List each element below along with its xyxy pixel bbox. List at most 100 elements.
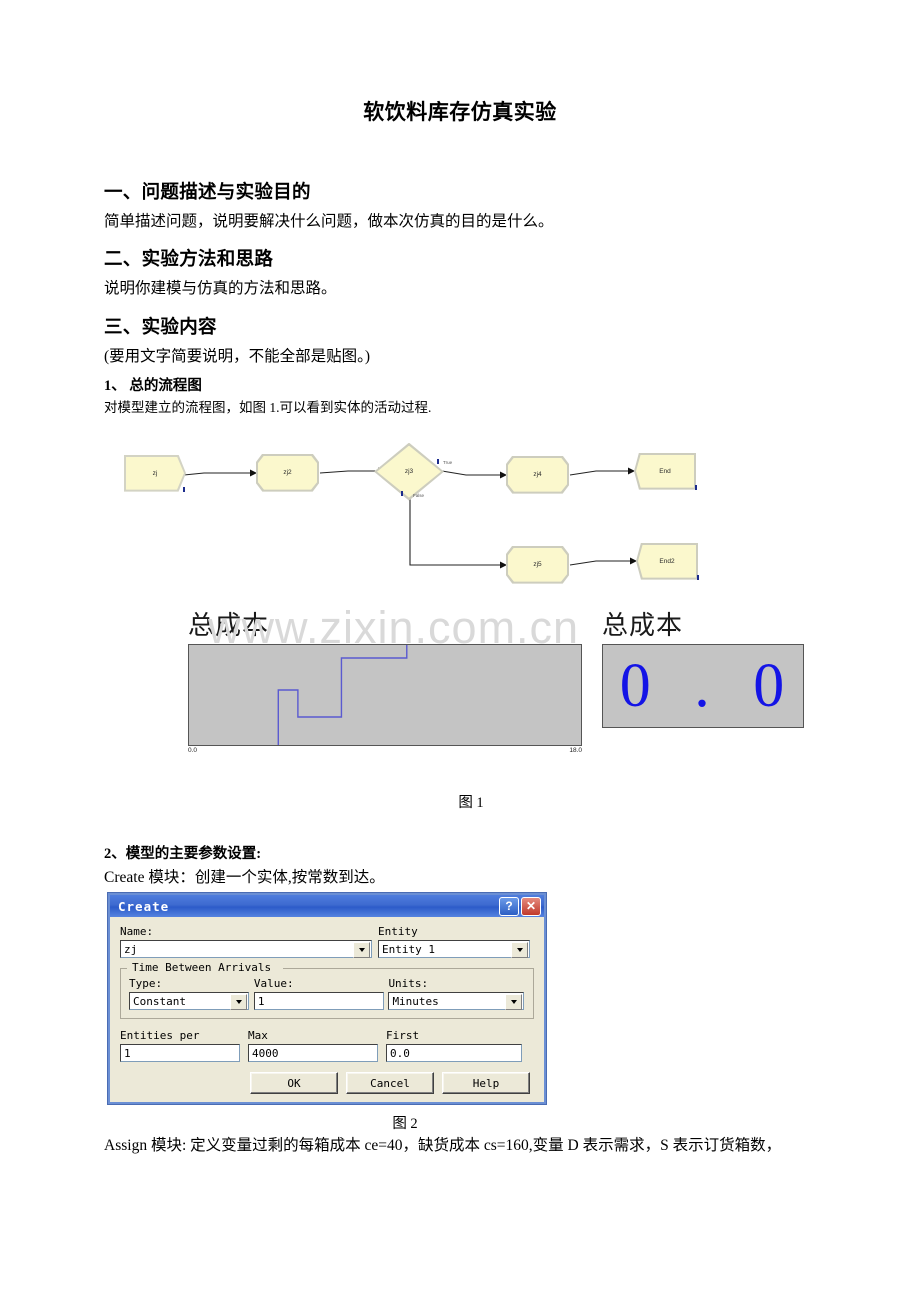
x-axis-tick-max: 18.0: [569, 746, 582, 754]
section-heading-1: 一、问题描述与实验目的: [104, 183, 311, 203]
name-label: Name:: [120, 925, 154, 939]
entity-field-group: Entity Entity 1: [378, 925, 534, 959]
units-label: Units:: [388, 977, 429, 991]
time-between-arrivals-group: Time Between Arrivals Type: Constant Val…: [120, 961, 534, 1020]
section-heading-2: 二、实验方法和思路: [104, 250, 274, 271]
assign-body: Assign 模块: 定义变量过剩的每箱成本 ce=40，缺货成本 cs=160…: [104, 1137, 782, 1155]
cost-plot-area[interactable]: [188, 643, 582, 746]
item2-heading: 2、模型的主要参数设置:: [104, 845, 262, 862]
item2-body: Create 模块：创建一个实体,按常数到达。: [104, 868, 385, 886]
plot-title: 总成本: [188, 610, 270, 640]
max-label: Max: [248, 1029, 268, 1043]
arena-animation-row: 总成本 0.0 18.0 总成本 0 . 0: [104, 605, 816, 765]
entity-select-value: Entity 1: [382, 942, 435, 956]
units-select[interactable]: Minutes: [388, 992, 525, 1011]
figure2-caption: 图 2: [392, 1116, 418, 1133]
port-marker-end: [695, 484, 697, 490]
type-select[interactable]: Constant: [129, 992, 249, 1011]
figure1-caption: 图 1: [458, 794, 484, 811]
section-body-3: (要用文字简要说明，不能全部是贴图。): [104, 347, 371, 365]
port-marker-false: [401, 490, 403, 496]
max-value: 4000: [252, 1046, 279, 1060]
item1-body: 对模型建立的流程图，如图 1.可以看到实体的活动过程.: [104, 400, 432, 416]
arena-flowchart: zj zj2 zj3 True False zj4 End zj5 End2: [110, 435, 710, 595]
create-dialog[interactable]: Create ? ✕ Name: zj Entity Entity 1 Time…: [108, 893, 546, 1105]
close-icon[interactable]: ✕: [521, 896, 541, 916]
cost-readout-value: 0 . 0: [619, 651, 799, 720]
type-select-value: Constant: [133, 994, 186, 1008]
flow-node-zj[interactable]: zj: [124, 454, 186, 492]
dialog-button-row: OK Cancel Help: [120, 1072, 534, 1095]
x-axis-tick-min: 0.0: [188, 746, 198, 754]
cancel-button[interactable]: Cancel: [346, 1072, 434, 1095]
first-input[interactable]: 0.0: [386, 1044, 522, 1063]
entities-per-value: 1: [124, 1046, 131, 1060]
entities-row: Entities per 1 Max 4000 First 0.0: [120, 1029, 534, 1063]
help-button[interactable]: Help: [442, 1072, 530, 1095]
tba-fields-row: Type: Constant Value: 1 Units: Minutes: [129, 968, 525, 1011]
port-marker-zj: [183, 486, 185, 492]
max-group: Max 4000: [248, 1029, 386, 1063]
dialog-body: Name: zj Entity Entity 1 Time Between Ar…: [110, 917, 544, 1102]
chevron-down-icon[interactable]: [505, 994, 523, 1011]
entities-per-input[interactable]: 1: [120, 1044, 240, 1063]
first-group: First 0.0: [386, 1029, 526, 1063]
cost-plot-line: [189, 645, 581, 745]
chevron-down-icon[interactable]: [230, 994, 247, 1011]
chevron-down-icon[interactable]: [511, 942, 528, 959]
units-select-value: Minutes: [392, 994, 439, 1008]
flow-node-label: zj: [152, 469, 158, 477]
value-label: Value:: [253, 977, 294, 991]
port-label-true: True: [443, 459, 453, 465]
value-input-value: 1: [257, 994, 265, 1008]
help-icon[interactable]: ?: [499, 896, 519, 916]
flow-node-label: zj2: [283, 469, 292, 477]
type-label: Type:: [129, 977, 163, 991]
dialog-title: Create: [118, 898, 170, 914]
page-title: 软饮料库存仿真实验: [363, 100, 557, 124]
flow-node-end[interactable]: End: [634, 452, 696, 490]
item1-heading: 1、 总的流程图: [104, 378, 202, 395]
cost-readout-panel: 总成本 0 . 0: [602, 605, 804, 728]
chevron-down-icon[interactable]: [353, 942, 370, 959]
name-field-group: Name: zj: [120, 925, 378, 959]
section-body-1: 简单描述问题，说明要解决什么问题，做本次仿真的目的是什么。: [104, 213, 554, 230]
document-page: 软饮料库存仿真实验 一、问题描述与实验目的 简单描述问题，说明要解决什么问题，做…: [0, 0, 920, 1302]
section-heading-3: 三、实验内容: [104, 317, 217, 338]
name-input-value: zj: [124, 942, 138, 956]
document-body: 软饮料库存仿真实验 一、问题描述与实验目的 简单描述问题，说明要解决什么问题，做…: [104, 0, 816, 1155]
flow-node-zj3[interactable]: zj3: [374, 442, 444, 501]
entities-per-label: Entities per: [120, 1029, 200, 1043]
cost-readout-box[interactable]: 0 . 0: [602, 643, 804, 728]
units-field-group: Units: Minutes: [388, 977, 525, 1011]
value-input[interactable]: 1: [253, 992, 384, 1011]
flow-node-zj5[interactable]: zj5: [506, 545, 569, 584]
entity-label: Entity: [378, 925, 418, 939]
name-input[interactable]: zj: [120, 940, 372, 959]
cost-plot-panel: 总成本 0.0 18.0: [188, 605, 582, 758]
readout-title: 总成本: [602, 610, 684, 640]
section-body-2: 说明你建模与仿真的方法和思路。: [104, 280, 337, 298]
flow-node-zj2[interactable]: zj2: [256, 453, 319, 492]
port-marker-end2: [697, 574, 699, 580]
flow-node-label: End: [659, 467, 671, 475]
first-value: 0.0: [390, 1046, 410, 1060]
flow-node-label: zj3: [404, 468, 414, 476]
first-label: First: [386, 1029, 420, 1043]
port-marker-true: [437, 458, 439, 464]
flow-node-end2[interactable]: End2: [636, 542, 698, 580]
entity-select[interactable]: Entity 1: [378, 940, 530, 959]
flow-node-label: zj4: [533, 471, 542, 479]
flow-node-label: End2: [659, 557, 675, 565]
name-entity-row: Name: zj Entity Entity 1: [120, 925, 534, 959]
group-title: Time Between Arrivals: [129, 961, 275, 975]
port-label-false: False: [413, 492, 425, 498]
flow-node-zj4[interactable]: zj4: [506, 455, 569, 494]
flow-node-label: zj5: [533, 561, 542, 569]
type-field-group: Type: Constant: [129, 977, 254, 1011]
ok-button[interactable]: OK: [250, 1072, 338, 1095]
dialog-titlebar[interactable]: Create ? ✕: [110, 895, 544, 918]
max-input[interactable]: 4000: [248, 1044, 378, 1063]
entities-per-group: Entities per 1: [120, 1029, 248, 1063]
value-field-group: Value: 1: [253, 977, 389, 1011]
